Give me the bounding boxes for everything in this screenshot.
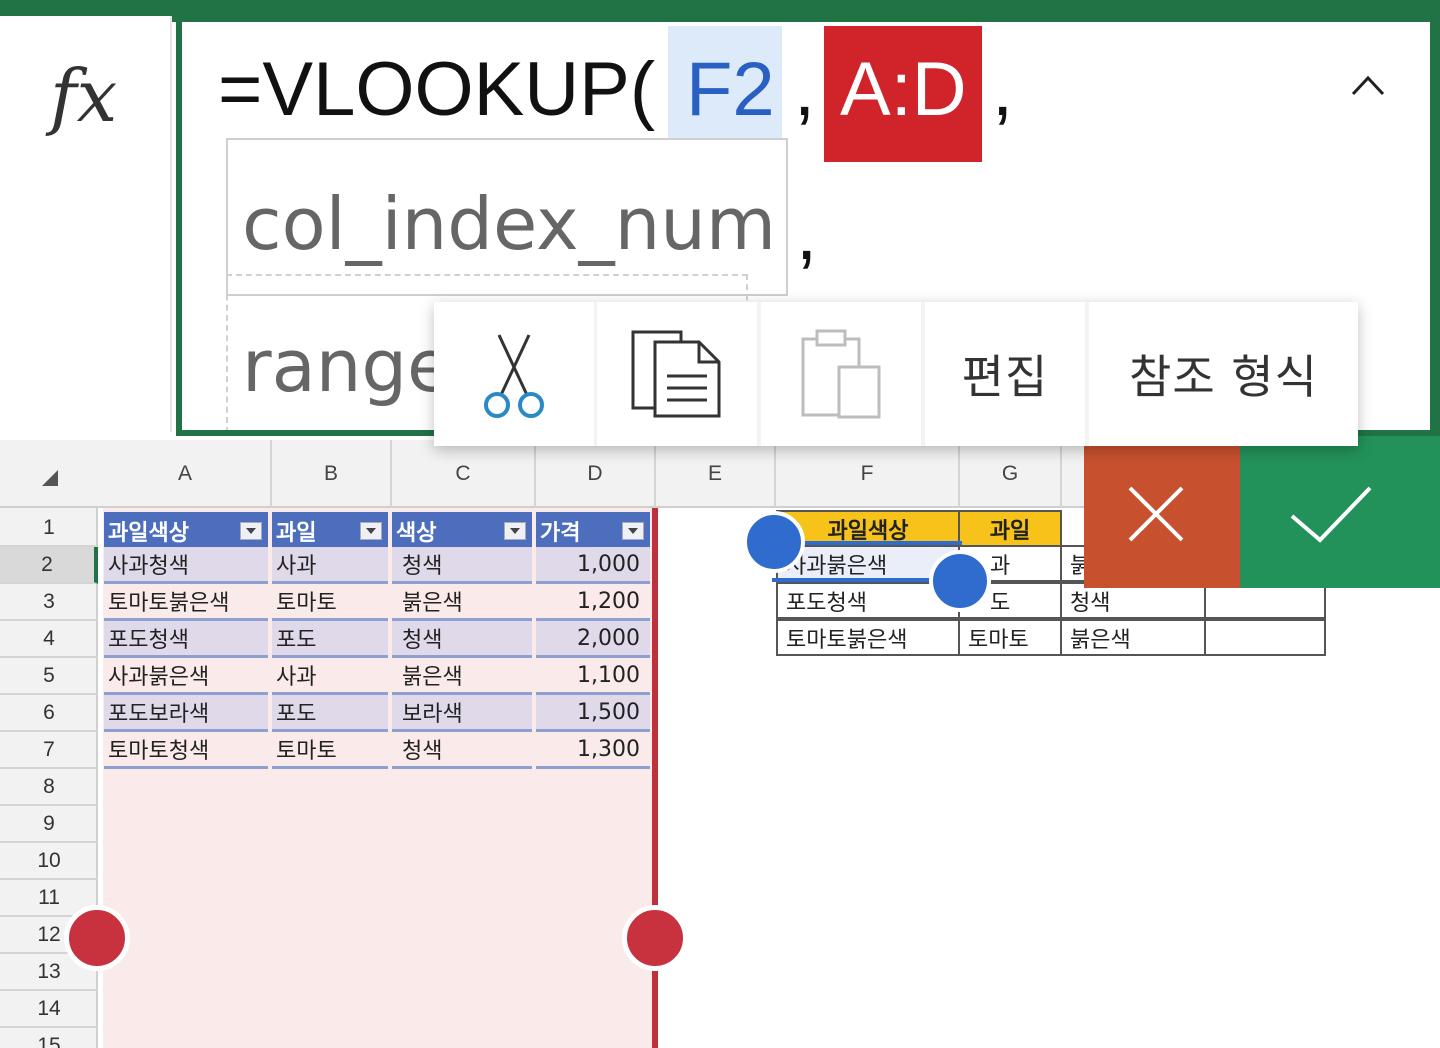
column-header-g[interactable]: G [960, 440, 1062, 508]
selection-handle-start[interactable] [743, 511, 805, 573]
table-cell[interactable]: 붉은색 [392, 658, 532, 695]
table-header-label: 과일 [276, 520, 317, 546]
table-cell[interactable]: 청색 [392, 621, 532, 658]
table-header-label: 색상 [396, 520, 437, 546]
row-header-8[interactable]: 8 [0, 769, 98, 806]
table-cell[interactable]: 청색 [392, 547, 532, 584]
confirm-button[interactable] [1240, 436, 1440, 588]
table-cell[interactable]: 토마토청색 [104, 732, 268, 769]
row-header-6[interactable]: 6 [0, 695, 98, 732]
table-header-label: 과일색상 [108, 520, 189, 546]
paste-icon [801, 329, 881, 419]
table-cell[interactable]: 포도 [272, 695, 388, 732]
column-header-f[interactable]: F [776, 440, 960, 508]
column-header-d[interactable]: D [536, 440, 656, 508]
table-cell[interactable]: 토마토붉은색 [104, 584, 268, 621]
range-resize-handle-left[interactable] [64, 905, 130, 971]
column-header-e[interactable]: E [656, 440, 776, 508]
lookup-cell[interactable]: 붉은색 [1060, 619, 1206, 656]
row-header-9[interactable]: 9 [0, 806, 98, 843]
lookup-cell[interactable] [1204, 619, 1326, 656]
title-band [0, 0, 1440, 22]
table-cell[interactable]: 포도보라색 [104, 695, 268, 732]
row-header-3[interactable]: 3 [0, 584, 98, 621]
cancel-button[interactable] [1084, 436, 1240, 588]
table-header-cell[interactable]: 색상 [392, 512, 532, 549]
formula-separator: , [796, 191, 818, 276]
cut-button[interactable] [434, 302, 594, 446]
table-header-cell[interactable]: 가격 [536, 512, 650, 549]
fx-icon[interactable]: fx [50, 54, 117, 138]
filter-dropdown-icon[interactable] [360, 522, 382, 540]
table-row: 사과청색 사과 청색 1,000 [104, 547, 650, 584]
row-header-14[interactable]: 14 [0, 991, 98, 1028]
check-icon [1290, 486, 1372, 543]
copy-button[interactable] [597, 302, 757, 446]
filter-dropdown-icon[interactable] [504, 522, 526, 540]
table-cell[interactable]: 붉은색 [392, 584, 532, 621]
table-row: 사과붉은색 사과 붉은색 1,100 [104, 658, 650, 695]
table-cell[interactable]: 포도청색 [104, 621, 268, 658]
paste-button[interactable] [761, 302, 921, 446]
row-header-5[interactable]: 5 [0, 658, 98, 695]
formula-function-text: =VLOOKUP( [218, 47, 656, 132]
table-cell[interactable]: 보라색 [392, 695, 532, 732]
context-menu: 편집 참조 형식 [434, 302, 1358, 446]
filter-dropdown-icon[interactable] [622, 522, 644, 540]
table-cell[interactable]: 1,100 [536, 658, 650, 695]
table-row: 포도청색 포도 청색 2,000 [104, 621, 650, 658]
table-cell[interactable]: 2,000 [536, 621, 650, 658]
table-row: 토마토붉은색 토마토 붉은색 1,200 [104, 584, 650, 621]
table-cell[interactable]: 사과붉은색 [104, 658, 268, 695]
table-cell[interactable]: 토마토 [272, 732, 388, 769]
edit-button-label: 편집 [961, 350, 1049, 404]
column-header-b[interactable]: B [272, 440, 392, 508]
table-cell[interactable]: 토마토 [272, 584, 388, 621]
formula-arg-lookup-value[interactable]: F2 [668, 26, 782, 138]
excel-mobile-screen: fx =VLOOKUP( F2 , A:D , col_index_num , … [0, 0, 1440, 1048]
table-cell[interactable]: 포도 [272, 621, 388, 658]
edit-button[interactable]: 편집 [925, 302, 1085, 446]
row-header-1[interactable]: 1 [0, 510, 98, 547]
row-header-2[interactable]: 2 [0, 547, 98, 584]
reference-style-label: 참조 형식 [1129, 350, 1318, 404]
row-header-4[interactable]: 4 [0, 621, 98, 658]
table-cell[interactable]: 1,500 [536, 695, 650, 732]
row-header-15[interactable]: 15 [0, 1028, 98, 1048]
table-cell[interactable]: 사과청색 [104, 547, 268, 584]
table-row: 토마토청색 토마토 청색 1,300 [104, 732, 650, 769]
table-cell[interactable]: 1,000 [536, 547, 650, 584]
copy-icon [631, 330, 721, 418]
lookup-cell[interactable]: 토마토 [958, 619, 1062, 656]
table-cell[interactable]: 사과 [272, 658, 388, 695]
column-header-c[interactable]: C [392, 440, 536, 508]
table-header-row: 과일색상 과일 색상 가격 [104, 512, 650, 549]
formula-arg-table-array[interactable]: A:D [824, 26, 982, 162]
table-cell[interactable]: 사과 [272, 547, 388, 584]
chevron-up-icon[interactable] [1350, 62, 1386, 108]
fx-panel[interactable]: fx [0, 16, 172, 432]
select-all-corner[interactable] [42, 470, 58, 486]
table-cell[interactable]: 1,300 [536, 732, 650, 769]
lookup-cell[interactable]: 토마토붉은색 [776, 619, 960, 656]
close-icon [1128, 486, 1184, 542]
selection-handle-end[interactable] [929, 550, 991, 612]
row-header-7[interactable]: 7 [0, 732, 98, 769]
table-cell[interactable]: 1,200 [536, 584, 650, 621]
formula-separator: , [992, 47, 1014, 132]
table-header-cell[interactable]: 과일 [272, 512, 388, 549]
table-header-cell[interactable]: 과일색상 [104, 512, 268, 549]
formula-separator: , [794, 47, 816, 132]
column-header-a[interactable]: A [100, 440, 272, 508]
lookup-header-cell[interactable]: 과일 [958, 510, 1062, 547]
scissors-icon [484, 334, 544, 418]
range-resize-handle-right[interactable] [622, 905, 688, 971]
table-cell[interactable]: 청색 [392, 732, 532, 769]
table-header-label: 가격 [540, 520, 581, 546]
table-row: 포도보라색 포도 보라색 1,500 [104, 695, 650, 732]
filter-dropdown-icon[interactable] [240, 522, 262, 540]
formula-arg-col-index-placeholder[interactable]: col_index_num [226, 138, 788, 296]
reference-style-button[interactable]: 참조 형식 [1089, 302, 1358, 446]
row-header-10[interactable]: 10 [0, 843, 98, 880]
